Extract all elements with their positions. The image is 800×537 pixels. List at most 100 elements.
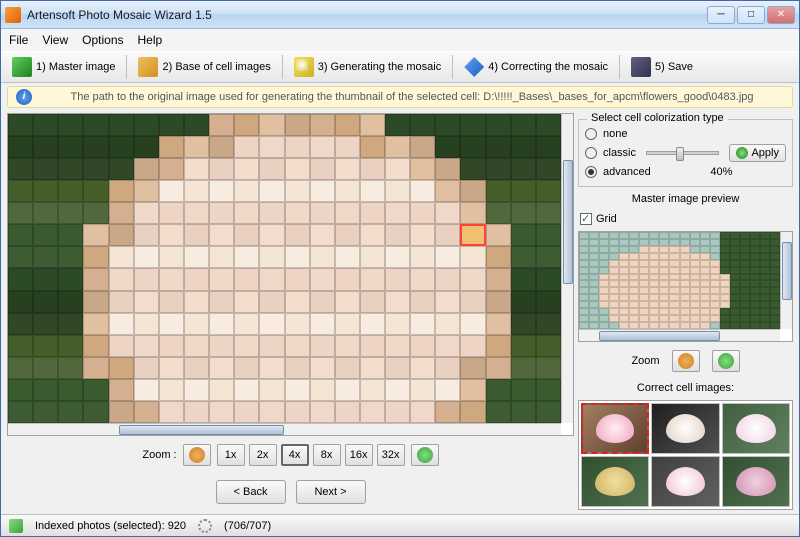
menu-view[interactable]: View bbox=[42, 33, 68, 47]
mosaic-cell[interactable] bbox=[159, 246, 184, 268]
mosaic-cell[interactable] bbox=[184, 379, 209, 401]
mosaic-cell[interactable] bbox=[310, 313, 335, 335]
mosaic-cell[interactable] bbox=[435, 246, 460, 268]
mosaic-cell[interactable] bbox=[410, 180, 435, 202]
mosaic-cell[interactable] bbox=[486, 246, 511, 268]
mosaic-cell[interactable] bbox=[234, 180, 259, 202]
mosaic-cell[interactable] bbox=[486, 114, 511, 136]
mosaic-cell[interactable] bbox=[385, 114, 410, 136]
mosaic-cell[interactable] bbox=[184, 224, 209, 246]
mosaic-cell[interactable] bbox=[259, 401, 284, 423]
mosaic-cell[interactable] bbox=[8, 136, 33, 158]
mosaic-cell[interactable] bbox=[511, 114, 536, 136]
mosaic-cell[interactable] bbox=[335, 357, 360, 379]
classic-slider[interactable] bbox=[646, 151, 719, 155]
mosaic-cell[interactable] bbox=[8, 246, 33, 268]
mosaic-cell[interactable] bbox=[360, 401, 385, 423]
mosaic-cell[interactable] bbox=[259, 224, 284, 246]
mosaic-cell[interactable] bbox=[209, 357, 234, 379]
mosaic-cell[interactable] bbox=[310, 224, 335, 246]
horizontal-scrollbar[interactable] bbox=[579, 329, 780, 341]
mosaic-cell[interactable] bbox=[335, 136, 360, 158]
mosaic-cell[interactable] bbox=[536, 114, 561, 136]
master-preview[interactable] bbox=[578, 231, 793, 342]
mosaic-cell[interactable] bbox=[159, 114, 184, 136]
mosaic-cell[interactable] bbox=[259, 158, 284, 180]
mosaic-cell[interactable] bbox=[410, 401, 435, 423]
scroll-thumb[interactable] bbox=[782, 242, 792, 300]
mosaic-cell[interactable] bbox=[8, 291, 33, 313]
mosaic-cell[interactable] bbox=[184, 202, 209, 224]
mosaic-cell[interactable] bbox=[486, 158, 511, 180]
mosaic-cell[interactable] bbox=[234, 158, 259, 180]
mosaic-cell[interactable] bbox=[234, 401, 259, 423]
mosaic-cell[interactable] bbox=[109, 246, 134, 268]
mosaic-cell[interactable] bbox=[460, 246, 485, 268]
mosaic-cell[interactable] bbox=[285, 268, 310, 290]
mosaic-cell[interactable] bbox=[134, 335, 159, 357]
preview-zoom-out[interactable] bbox=[672, 350, 700, 372]
mosaic-cell[interactable] bbox=[511, 335, 536, 357]
mosaic-cell[interactable] bbox=[285, 158, 310, 180]
mosaic-cell[interactable] bbox=[410, 158, 435, 180]
mosaic-cell[interactable] bbox=[259, 335, 284, 357]
mosaic-cell[interactable] bbox=[109, 379, 134, 401]
mosaic-cell[interactable] bbox=[83, 313, 108, 335]
mosaic-cell[interactable] bbox=[259, 202, 284, 224]
mosaic-cell[interactable] bbox=[33, 268, 58, 290]
next-button[interactable]: Next > bbox=[296, 480, 366, 504]
mosaic-cell[interactable] bbox=[536, 291, 561, 313]
vertical-scrollbar[interactable] bbox=[561, 114, 573, 423]
mosaic-cell[interactable] bbox=[58, 224, 83, 246]
mosaic-cell[interactable] bbox=[134, 313, 159, 335]
mosaic-cell[interactable] bbox=[134, 180, 159, 202]
step-master-image[interactable]: 1) Master image bbox=[5, 53, 122, 81]
mosaic-cell[interactable] bbox=[33, 158, 58, 180]
mosaic-cell[interactable] bbox=[58, 246, 83, 268]
mosaic-cell[interactable] bbox=[134, 379, 159, 401]
mosaic-cell[interactable] bbox=[234, 268, 259, 290]
mosaic-cell[interactable] bbox=[259, 291, 284, 313]
mosaic-cell[interactable] bbox=[259, 114, 284, 136]
mosaic-cell[interactable] bbox=[58, 136, 83, 158]
mosaic-cell[interactable] bbox=[209, 268, 234, 290]
mosaic-cell[interactable] bbox=[410, 313, 435, 335]
mosaic-cell[interactable] bbox=[109, 313, 134, 335]
mosaic-cell[interactable] bbox=[109, 401, 134, 423]
mosaic-cell[interactable] bbox=[109, 268, 134, 290]
step-save[interactable]: 5) Save bbox=[624, 53, 700, 81]
mosaic-cell[interactable] bbox=[259, 136, 284, 158]
mosaic-cell[interactable] bbox=[310, 246, 335, 268]
mosaic-cell[interactable] bbox=[8, 158, 33, 180]
mosaic-cell[interactable] bbox=[285, 136, 310, 158]
mosaic-cell[interactable] bbox=[536, 224, 561, 246]
mosaic-cell[interactable] bbox=[8, 401, 33, 423]
mosaic-cell[interactable] bbox=[134, 158, 159, 180]
mosaic-cell[interactable] bbox=[385, 246, 410, 268]
mosaic-cell[interactable] bbox=[511, 158, 536, 180]
zoom-in-button[interactable] bbox=[411, 444, 439, 466]
mosaic-cell[interactable] bbox=[486, 224, 511, 246]
correct-cell[interactable] bbox=[651, 403, 719, 454]
mosaic-cell[interactable] bbox=[184, 158, 209, 180]
mosaic-cell[interactable] bbox=[460, 158, 485, 180]
mosaic-cell[interactable] bbox=[435, 180, 460, 202]
mosaic-cell[interactable] bbox=[234, 114, 259, 136]
mosaic-cell[interactable] bbox=[159, 202, 184, 224]
mosaic-cell[interactable] bbox=[209, 291, 234, 313]
mosaic-cell[interactable] bbox=[536, 357, 561, 379]
mosaic-cell[interactable] bbox=[310, 335, 335, 357]
mosaic-cell[interactable] bbox=[335, 268, 360, 290]
mosaic-cell[interactable] bbox=[486, 136, 511, 158]
mosaic-cell[interactable] bbox=[536, 246, 561, 268]
apply-button[interactable]: Apply bbox=[729, 144, 786, 162]
back-button[interactable]: < Back bbox=[216, 480, 286, 504]
mosaic-cell[interactable] bbox=[385, 202, 410, 224]
mosaic-cell[interactable] bbox=[184, 291, 209, 313]
mosaic-cell[interactable] bbox=[109, 180, 134, 202]
mosaic-cell[interactable] bbox=[58, 114, 83, 136]
mosaic-cell[interactable] bbox=[360, 246, 385, 268]
mosaic-cell[interactable] bbox=[33, 335, 58, 357]
grid-checkbox-row[interactable]: Grid bbox=[578, 211, 793, 227]
mosaic-cell[interactable] bbox=[83, 335, 108, 357]
